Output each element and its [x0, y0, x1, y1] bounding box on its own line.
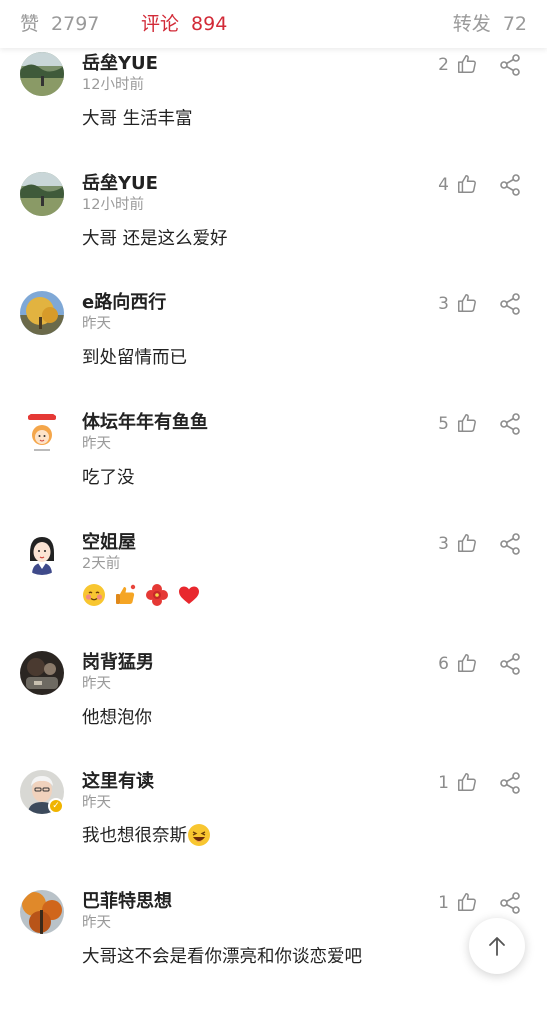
- commenter-name[interactable]: 体坛年年有鱼鱼: [82, 408, 208, 434]
- share-icon[interactable]: [498, 771, 522, 795]
- comment-text: 大哥 生活丰富: [82, 109, 193, 129]
- comment-time: 昨天: [82, 676, 111, 692]
- tab-likes-label: 赞: [20, 13, 40, 35]
- avatar[interactable]: [20, 651, 64, 695]
- like-count: 4: [438, 175, 449, 195]
- comment-item: 岗背猛男 昨天 他想泡你 6: [0, 651, 547, 771]
- share-icon[interactable]: [498, 53, 522, 77]
- commenter-name[interactable]: 岳垒YUE: [82, 169, 158, 195]
- comment-item: 岳垒YUE 12小时前 大哥 还是这么爱好 4: [0, 172, 547, 292]
- like-count: 3: [438, 294, 449, 314]
- comment-text: 吃了没: [82, 468, 135, 488]
- share-icon[interactable]: [498, 891, 522, 915]
- thumbs-up-icon[interactable]: [456, 292, 478, 314]
- avatar[interactable]: [20, 890, 64, 934]
- share-icon[interactable]: [498, 412, 522, 436]
- comment-item: 巴菲特思想 昨天 大哥这不会是看你漂亮和你谈恋爱吧 1: [0, 890, 547, 1010]
- avatar[interactable]: [20, 531, 64, 575]
- comment-item: 空姐屋 2天前 3: [0, 531, 547, 651]
- comment-time: 12小时前: [82, 77, 144, 93]
- tab-likes[interactable]: 赞 2797: [20, 9, 99, 36]
- comment-text: 到处留情而已: [82, 348, 187, 368]
- commenter-name[interactable]: 岗背猛男: [82, 648, 154, 674]
- comment-time: 昨天: [82, 436, 111, 452]
- share-icon[interactable]: [498, 652, 522, 676]
- scroll-to-top-button[interactable]: [469, 918, 525, 974]
- thumbs-up-icon[interactable]: [456, 53, 478, 75]
- commenter-name[interactable]: 巴菲特思想: [82, 887, 172, 913]
- comment-item: 体坛年年有鱼鱼 昨天 吃了没 5: [0, 411, 547, 531]
- thumbs-up-icon[interactable]: [456, 771, 478, 793]
- thumbs-up-icon[interactable]: [456, 652, 478, 674]
- thumbs-up-emoji: [115, 584, 135, 604]
- thumbs-up-icon[interactable]: [456, 891, 478, 913]
- share-icon[interactable]: [498, 532, 522, 556]
- avatar[interactable]: [20, 411, 64, 455]
- like-count: 2: [438, 55, 449, 75]
- comment-emoji-row: [82, 583, 203, 607]
- thumbs-up-icon[interactable]: [456, 412, 478, 434]
- tab-comments-count: 894: [191, 13, 228, 35]
- comment-time: 12小时前: [82, 197, 144, 213]
- commenter-name[interactable]: 空姐屋: [82, 528, 136, 554]
- laughing-face-emoji: [188, 823, 210, 846]
- comment-time: 昨天: [82, 795, 111, 811]
- like-count: 6: [438, 654, 449, 674]
- comment-item: ✓ 这里有读 昨天 我也想很奈斯 1: [0, 770, 547, 890]
- like-count: 1: [438, 773, 449, 793]
- comment-text: 大哥 还是这么爱好: [82, 229, 228, 249]
- arrow-up-icon: [489, 937, 505, 956]
- tab-reposts-count: 72: [502, 13, 527, 35]
- smiling-face-emoji: [83, 584, 105, 606]
- share-icon[interactable]: [498, 173, 522, 197]
- like-count: 5: [438, 414, 449, 434]
- tab-reposts[interactable]: 转发 72: [453, 9, 527, 36]
- stats-tab-bar: 赞 2797 评论 894 转发 72: [0, 0, 547, 48]
- comment-item: e路向西行 昨天 到处留情而已 3: [0, 291, 547, 411]
- like-count: 3: [438, 534, 449, 554]
- tab-likes-count: 2797: [51, 13, 100, 35]
- red-heart-emoji: [178, 586, 199, 604]
- comment-text: 我也想很奈斯: [82, 826, 187, 846]
- comment-item: 岳垒YUE 12小时前 大哥 生活丰富 2: [0, 52, 547, 172]
- commenter-name[interactable]: 岳垒YUE: [82, 49, 158, 75]
- flower-emoji: [146, 584, 169, 606]
- tab-comments[interactable]: 评论 894: [141, 9, 227, 36]
- comment-time: 昨天: [82, 316, 111, 332]
- avatar[interactable]: [20, 291, 64, 335]
- avatar[interactable]: [20, 52, 64, 96]
- avatar[interactable]: [20, 172, 64, 216]
- comment-text: 他想泡你: [82, 708, 152, 728]
- commenter-name[interactable]: 这里有读: [82, 767, 154, 793]
- comment-text-row: 我也想很奈斯: [82, 822, 213, 847]
- thumbs-up-icon[interactable]: [456, 173, 478, 195]
- comment-time: 昨天: [82, 915, 111, 931]
- comment-time: 2天前: [82, 556, 121, 572]
- thumbs-up-icon[interactable]: [456, 532, 478, 554]
- comment-list: 岳垒YUE 12小时前 大哥 生活丰富 2 岳垒YUE 12小时前 大哥 还是这…: [0, 0, 547, 1000]
- tab-comments-label: 评论: [141, 13, 180, 35]
- comment-text: 大哥这不会是看你漂亮和你谈恋爱吧: [82, 947, 362, 967]
- like-count: 1: [438, 893, 449, 913]
- verified-badge-icon: ✓: [48, 798, 64, 814]
- share-icon[interactable]: [498, 292, 522, 316]
- tab-reposts-label: 转发: [452, 13, 491, 35]
- commenter-name[interactable]: e路向西行: [82, 288, 166, 314]
